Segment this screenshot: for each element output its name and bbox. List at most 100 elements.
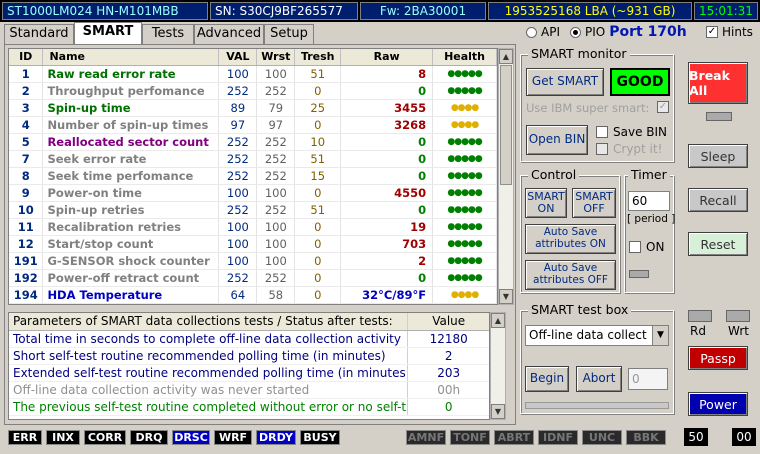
- break-all-button[interactable]: Break All: [688, 62, 748, 104]
- row-health: ●●●●: [432, 286, 497, 304]
- table-row[interactable]: 8 Seek time perfomance 252 252 15 0 ●●●●●: [9, 167, 497, 185]
- api-radio[interactable]: [526, 26, 537, 38]
- col-val[interactable]: VAL: [218, 49, 258, 66]
- param-row: Extended self-test routine recommended p…: [9, 365, 489, 382]
- row-tresh: 0: [294, 218, 342, 236]
- passp-button[interactable]: Passp: [688, 346, 748, 370]
- table-row[interactable]: 194 HDA Temperature 64 58 0 32°C/89°F ●●●●: [9, 286, 497, 304]
- table-scrollbar[interactable]: ▲ ▼: [498, 48, 514, 305]
- table-row[interactable]: 4 Number of spin-up times 97 97 0 3268 ●●●●: [9, 116, 497, 134]
- scroll-up-icon[interactable]: ▲: [499, 49, 513, 64]
- col-health[interactable]: Health: [432, 49, 497, 66]
- pio-radio[interactable]: [569, 26, 581, 38]
- test-type-select[interactable]: Off-line data collect ▼: [525, 325, 669, 346]
- table-row[interactable]: 12 Start/stop count 100 100 0 703 ●●●●●: [9, 235, 497, 253]
- timer-on-checkbox[interactable]: [629, 241, 641, 253]
- table-row[interactable]: 3 Spin-up time 89 79 25 3455 ●●●●: [9, 99, 497, 117]
- row-tresh: 10: [294, 133, 342, 151]
- autosave-off-button[interactable]: Auto Save attributes OFF: [525, 260, 616, 290]
- table-row[interactable]: 192 Power-off retract count 252 252 0 0 ●●●●●: [9, 269, 497, 287]
- scroll-up-icon[interactable]: ▲: [491, 313, 505, 328]
- recall-button[interactable]: Recall: [688, 188, 748, 212]
- autosave-on-button[interactable]: Auto Save attributes ON: [525, 224, 616, 254]
- tab-standard[interactable]: Standard: [4, 24, 74, 44]
- row-health: ●●●●●: [432, 65, 497, 83]
- smart-off-button[interactable]: SMART OFF: [572, 188, 616, 218]
- test-box-title: SMART test box: [528, 302, 632, 317]
- table-row[interactable]: 1 Raw read error rate 100 100 51 8 ●●●●●: [9, 65, 497, 83]
- ibm-checkbox[interactable]: ✓: [657, 101, 669, 113]
- row-health: ●●●●●: [432, 150, 497, 168]
- table-row[interactable]: 11 Recalibration retries 100 100 0 19 ●●●●●: [9, 218, 497, 236]
- row-val: 100: [218, 235, 258, 253]
- row-id: 8: [9, 167, 44, 185]
- table-row[interactable]: 191 G-SENSOR shock counter 100 100 0 2 ●●●●●: [9, 252, 497, 270]
- table-row[interactable]: 10 Spin-up retries 252 252 51 0 ●●●●●: [9, 201, 497, 219]
- row-wrst: 100: [256, 235, 296, 253]
- scroll-thumb[interactable]: [500, 65, 512, 185]
- row-wrst: 252: [256, 167, 296, 185]
- test-count-field: 0: [628, 368, 668, 390]
- smart-on-button[interactable]: SMART ON: [525, 188, 567, 218]
- table-header: ID Name VAL Wrst Tresh Raw Health: [9, 49, 497, 66]
- table-row[interactable]: 2 Throughput perfomance 252 252 0 0 ●●●●●: [9, 82, 497, 100]
- tab-setup[interactable]: Setup: [264, 24, 314, 44]
- tab-advanced[interactable]: Advanced: [194, 24, 264, 44]
- chevron-down-icon[interactable]: ▼: [652, 326, 668, 345]
- timer-title: Timer: [628, 167, 670, 182]
- tab-tests[interactable]: Tests: [142, 24, 194, 44]
- control-title: Control: [528, 167, 580, 182]
- hints-toggle[interactable]: ✓ Hints: [706, 25, 753, 39]
- params-scrollbar[interactable]: ▲ ▼: [490, 312, 506, 420]
- col-name[interactable]: Name: [42, 49, 220, 66]
- smart-monitor-title: SMART monitor: [528, 46, 630, 61]
- save-bin-checkbox[interactable]: [596, 126, 608, 138]
- tab-smart[interactable]: SMART: [74, 22, 142, 44]
- api-label: API: [541, 25, 560, 39]
- status-badge: GOOD: [610, 68, 670, 96]
- row-raw: 0: [340, 82, 434, 100]
- port-label: Port 170h: [609, 24, 687, 40]
- mode-selector: API PIO Port 170h: [526, 23, 687, 41]
- row-val: 100: [218, 218, 258, 236]
- test-progress-bar: [525, 402, 669, 409]
- row-tresh: 51: [294, 65, 342, 83]
- row-health: ●●●●●: [432, 133, 497, 151]
- open-bin-button[interactable]: Open BIN: [526, 125, 588, 155]
- row-wrst: 100: [256, 65, 296, 83]
- timer-led: [629, 270, 649, 278]
- row-name: Spin-up retries: [42, 201, 220, 219]
- col-tresh[interactable]: Tresh: [294, 49, 342, 66]
- col-raw[interactable]: Raw: [340, 49, 434, 66]
- status-indicator-drsc: DRSC: [172, 430, 210, 445]
- power-button[interactable]: Power: [688, 392, 748, 416]
- scroll-down-icon[interactable]: ▼: [499, 289, 513, 304]
- hints-checkbox[interactable]: ✓: [706, 26, 718, 38]
- timer-input[interactable]: 60: [628, 191, 670, 211]
- table-row[interactable]: 9 Power-on time 100 100 0 4550 ●●●●●: [9, 184, 497, 202]
- crypt-checkbox[interactable]: [596, 143, 608, 155]
- row-tresh: 0: [294, 184, 342, 202]
- sleep-button[interactable]: Sleep: [688, 144, 748, 168]
- row-wrst: 100: [256, 184, 296, 202]
- lba-capacity: 1953525168 LBA (~931 GB): [488, 2, 692, 20]
- get-smart-button[interactable]: Get SMART: [526, 68, 604, 96]
- abort-button[interactable]: Abort: [576, 366, 622, 392]
- row-tresh: 25: [294, 99, 342, 117]
- params-header-label: Parameters of SMART data collections tes…: [13, 314, 393, 328]
- col-id[interactable]: ID: [9, 49, 44, 66]
- status-indicator-tonf: TONF: [450, 430, 490, 445]
- begin-button[interactable]: Begin: [525, 366, 569, 392]
- table-row[interactable]: 5 Reallocated sector count 252 252 10 0 ●●●●●: [9, 133, 497, 151]
- firmware: Fw: 2BA30001: [360, 2, 486, 20]
- scroll-down-icon[interactable]: ▼: [491, 404, 505, 419]
- param-row: Total time in seconds to complete off-li…: [9, 331, 489, 348]
- status-indicator-drq: DRQ: [130, 430, 168, 445]
- col-wrst[interactable]: Wrst: [256, 49, 296, 66]
- status-indicator-bbk: BBK: [626, 430, 666, 445]
- param-value: 0: [407, 399, 489, 415]
- param-row: Off-line data collection activity was ne…: [9, 382, 489, 399]
- row-wrst: 100: [256, 252, 296, 270]
- reset-button[interactable]: Reset: [688, 232, 748, 256]
- table-row[interactable]: 7 Seek error rate 252 252 51 0 ●●●●●: [9, 150, 497, 168]
